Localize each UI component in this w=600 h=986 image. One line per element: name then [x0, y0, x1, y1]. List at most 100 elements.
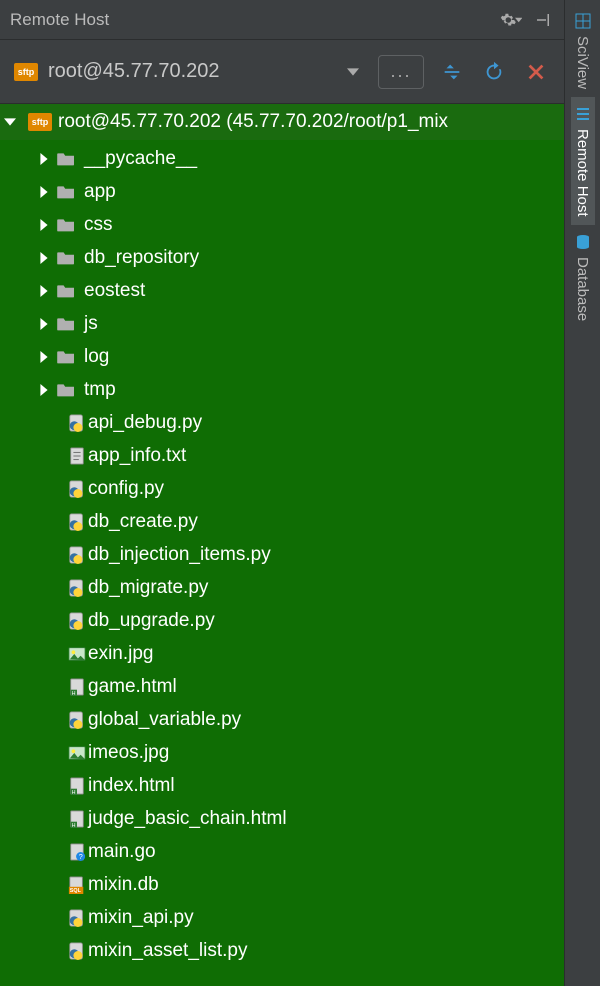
panel-title: Remote Host [10, 10, 500, 30]
folder-icon [54, 248, 78, 268]
tree-item-label: eostest [84, 280, 145, 302]
tree-file-row[interactable]: config.py [0, 472, 564, 505]
svg-text:H: H [72, 790, 76, 795]
svg-text:H: H [72, 823, 76, 828]
python-file-icon [66, 413, 88, 433]
python-file-icon [66, 611, 88, 631]
tree-item-label: main.go [88, 841, 156, 863]
tree-root-row[interactable]: sftp root@45.77.70.202 (45.77.70.202/roo… [0, 104, 564, 140]
tree-file-row[interactable]: ? main.go [0, 835, 564, 868]
connection-more-button[interactable]: ... [378, 55, 424, 89]
refresh-icon[interactable] [480, 58, 508, 86]
expander-right-icon[interactable] [34, 219, 54, 231]
tree-folder-row[interactable]: app [0, 175, 564, 208]
tree-file-row[interactable]: Hgame.html [0, 670, 564, 703]
expander-right-icon[interactable] [34, 318, 54, 330]
settings-gear-icon[interactable] [500, 9, 522, 31]
expander-right-icon[interactable] [34, 252, 54, 264]
tree-item-label: judge_basic_chain.html [88, 808, 287, 830]
rail-tab-remotehost[interactable]: Remote Host [571, 97, 595, 225]
python-file-icon [66, 479, 88, 499]
tree-folder-row[interactable]: tmp [0, 373, 564, 406]
expander-right-icon[interactable] [34, 351, 54, 363]
tree-file-row[interactable]: db_injection_items.py [0, 538, 564, 571]
tree-item-label: index.html [88, 775, 175, 797]
sql-file-icon: SQL [66, 875, 88, 895]
unknown-file-icon: ? [66, 842, 88, 862]
hide-panel-icon[interactable] [532, 9, 554, 31]
text-file-icon [66, 446, 88, 466]
tree-file-row[interactable]: mixin_api.py [0, 901, 564, 934]
tree-file-row[interactable]: exin.jpg [0, 637, 564, 670]
python-file-icon [66, 710, 88, 730]
tree-item-label: log [84, 346, 109, 368]
rail-tab-label: SciView [574, 36, 591, 89]
html-file-icon: H [66, 809, 88, 829]
tree-item-label: js [84, 313, 98, 335]
tree-file-row[interactable]: app_info.txt [0, 439, 564, 472]
rail-tab-database[interactable]: Database [571, 225, 595, 329]
folder-icon [54, 149, 78, 169]
tree-root-label: root@45.77.70.202 (45.77.70.202/root/p1_… [58, 111, 448, 133]
sciview-icon [574, 12, 592, 30]
remotehost-icon [574, 105, 592, 123]
tree-folder-row[interactable]: db_repository [0, 241, 564, 274]
tree-folder-row[interactable]: css [0, 208, 564, 241]
html-file-icon: H [66, 776, 88, 796]
tree-item-label: db_repository [84, 247, 199, 269]
python-file-icon [66, 578, 88, 598]
connection-dropdown-button[interactable] [342, 58, 364, 86]
html-file-icon: H [66, 677, 88, 697]
tree-file-row[interactable]: db_migrate.py [0, 571, 564, 604]
tree-item-label: game.html [88, 676, 177, 698]
expander-right-icon[interactable] [34, 384, 54, 396]
svg-text:SQL: SQL [70, 888, 82, 894]
tree-item-label: app [84, 181, 116, 203]
rail-tab-label: Database [574, 257, 591, 321]
image-file-icon [66, 743, 88, 763]
database-icon [574, 233, 592, 251]
tree-file-row[interactable]: db_create.py [0, 505, 564, 538]
python-file-icon [66, 908, 88, 928]
tree-folder-row[interactable]: eostest [0, 274, 564, 307]
sftp-root-icon: sftp [28, 113, 52, 131]
tree-file-row[interactable]: Hjudge_basic_chain.html [0, 802, 564, 835]
diff-icon[interactable] [438, 58, 466, 86]
tree-item-label: api_debug.py [88, 412, 202, 434]
rail-tab-label: Remote Host [574, 129, 591, 217]
tree-item-label: config.py [88, 478, 164, 500]
python-file-icon [66, 545, 88, 565]
tree-folder-row[interactable]: log [0, 340, 564, 373]
tree-file-row[interactable]: mixin_asset_list.py [0, 934, 564, 967]
tree-item-label: db_migrate.py [88, 577, 208, 599]
tree-item-label: mixin_api.py [88, 907, 194, 929]
expander-down-icon[interactable] [4, 116, 22, 128]
tree-file-row[interactable]: imeos.jpg [0, 736, 564, 769]
expander-right-icon[interactable] [34, 285, 54, 297]
svg-text:?: ? [79, 852, 83, 861]
disconnect-close-icon[interactable] [522, 58, 550, 86]
rail-tab-sciview[interactable]: SciView [571, 4, 595, 97]
tree-folder-row[interactable]: js [0, 307, 564, 340]
folder-icon [54, 380, 78, 400]
tree-item-label: mixin.db [88, 874, 159, 896]
tree-item-label: __pycache__ [84, 148, 197, 170]
tree-item-label: tmp [84, 379, 116, 401]
tree-file-row[interactable]: SQL mixin.db [0, 868, 564, 901]
expander-right-icon[interactable] [34, 153, 54, 165]
folder-icon [54, 347, 78, 367]
tree-file-row[interactable]: Hindex.html [0, 769, 564, 802]
tree-file-row[interactable]: db_upgrade.py [0, 604, 564, 637]
tree-folder-row[interactable]: __pycache__ [0, 142, 564, 175]
python-file-icon [66, 941, 88, 961]
tree-item-label: db_create.py [88, 511, 198, 533]
connection-label: root@45.77.70.202 [48, 60, 336, 83]
file-tree: __pycache__ app css db_repository eostes… [0, 140, 564, 986]
folder-icon [54, 281, 78, 301]
tree-file-row[interactable]: api_debug.py [0, 406, 564, 439]
expander-right-icon[interactable] [34, 186, 54, 198]
tree-item-label: global_variable.py [88, 709, 241, 731]
sftp-icon: sftp [14, 63, 38, 81]
tree-file-row[interactable]: global_variable.py [0, 703, 564, 736]
connection-bar: sftp root@45.77.70.202 ... [0, 40, 564, 104]
